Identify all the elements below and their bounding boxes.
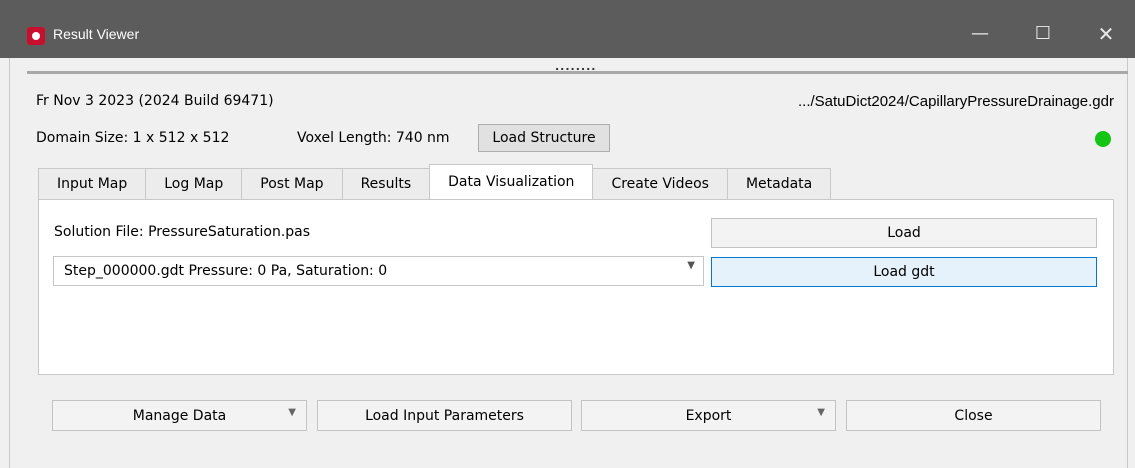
- chevron-down-icon[interactable]: ▼: [288, 407, 296, 418]
- step-select-value: Step_000000.gdt Pressure: 0 Pa, Saturati…: [64, 263, 388, 279]
- close-icon[interactable]: ✕: [1076, 10, 1135, 58]
- maximize-icon[interactable]: ☐: [1013, 10, 1073, 58]
- status-indicator-icon: [1095, 131, 1111, 147]
- tab-post-map[interactable]: Post Map: [241, 168, 343, 199]
- manage-data-label: Manage Data: [132, 407, 227, 424]
- export-button[interactable]: Export ▼: [581, 400, 836, 431]
- tab-input-map[interactable]: Input Map: [38, 168, 147, 199]
- load-structure-button[interactable]: Load Structure: [478, 124, 610, 152]
- splitter-grip-icon[interactable]: ........: [555, 61, 596, 72]
- chevron-down-icon[interactable]: ▼: [817, 407, 825, 418]
- manage-data-button[interactable]: Manage Data ▼: [52, 400, 307, 431]
- window-body: ........ Fr Nov 3 2023 (2024 Build 69471…: [9, 58, 1128, 468]
- window-title: Result Viewer: [53, 26, 140, 42]
- minimize-icon[interactable]: —: [950, 10, 1010, 58]
- load-gdt-button[interactable]: Load gdt: [711, 257, 1097, 287]
- domain-size-label: Domain Size: 1 x 512 x 512: [36, 130, 230, 146]
- tab-data-visualization[interactable]: Data Visualization: [429, 164, 594, 199]
- tab-bar: Input Map Log Map Post Map Results Data …: [38, 164, 832, 199]
- export-label: Export: [685, 407, 732, 424]
- solution-file-label: Solution File: PressureSaturation.pas: [54, 224, 311, 240]
- build-date-label: Fr Nov 3 2023 (2024 Build 69471): [36, 93, 274, 109]
- tab-log-map[interactable]: Log Map: [145, 168, 243, 199]
- data-visualization-panel: Solution File: PressureSaturation.pas Lo…: [38, 199, 1114, 375]
- tab-results[interactable]: Results: [341, 168, 431, 199]
- title-bar: Result Viewer — ☐ ✕: [0, 0, 1135, 58]
- voxel-length-label: Voxel Length: 740 nm: [297, 130, 450, 146]
- tab-create-videos[interactable]: Create Videos: [592, 168, 728, 199]
- app-logo-icon: [27, 27, 45, 45]
- file-path-label: .../SatuDict2024/CapillaryPressureDraina…: [798, 93, 1114, 110]
- load-input-parameters-button[interactable]: Load Input Parameters: [317, 400, 572, 431]
- tab-metadata[interactable]: Metadata: [726, 168, 832, 199]
- load-button[interactable]: Load: [711, 218, 1097, 248]
- step-select[interactable]: Step_000000.gdt Pressure: 0 Pa, Saturati…: [53, 256, 704, 286]
- chevron-down-icon[interactable]: ▼: [687, 260, 695, 271]
- close-button[interactable]: Close: [846, 400, 1101, 431]
